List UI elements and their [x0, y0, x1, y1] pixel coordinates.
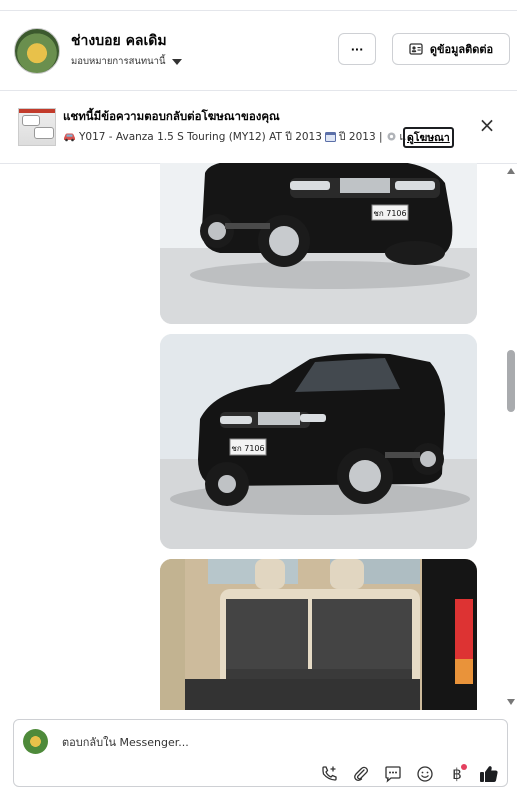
conversation-header: ช่างบอย คลเดิม มอบหมายการสนทนานี้ ··· ดู… — [0, 11, 517, 89]
scroll-down-icon[interactable] — [507, 699, 515, 705]
message-composer: ฿ — [13, 719, 508, 787]
ad-year: ปี 2013 | — [338, 131, 383, 143]
call-add-icon[interactable] — [319, 764, 339, 784]
close-icon[interactable]: × — [478, 115, 496, 135]
banner-title: แชทนี้มีข้อความตอบกลับต่อโฆษณาของคุณ — [63, 109, 280, 123]
composer-toolbar: ฿ — [319, 764, 499, 784]
assign-label: มอบหมายการสนทนานี้ — [71, 56, 166, 67]
calendar-icon — [324, 132, 336, 142]
top-divider — [0, 0, 517, 11]
chat-bubble-icon[interactable] — [383, 764, 403, 784]
more-options-button[interactable]: ··· — [338, 33, 376, 65]
caret-down-icon — [171, 58, 182, 65]
thumbs-up-icon[interactable] — [479, 764, 499, 784]
page-avatar — [23, 729, 48, 754]
car-icon — [64, 133, 75, 141]
contact-name[interactable]: ช่างบอย คลเดิม — [71, 30, 167, 52]
ad-code: Y017 - Avanza 1.5 S Touring (MY12) AT ปี… — [79, 131, 322, 143]
emoji-icon[interactable] — [415, 764, 435, 784]
scroll-up-icon[interactable] — [507, 168, 515, 174]
view-ad-link[interactable]: ดูโฆษณา — [403, 127, 454, 148]
car-photo-1[interactable]: ชก 7106 — [160, 163, 477, 324]
ad-reply-banner: แชทนี้มีข้อความตอบกลับต่อโฆษณาของคุณ Y01… — [0, 90, 517, 164]
chat-scrollbar[interactable] — [505, 163, 517, 710]
notification-dot — [461, 764, 467, 770]
car-photo-3[interactable] — [160, 559, 477, 710]
view-contact-button[interactable]: ดูข้อมูลติดต่อ — [392, 33, 510, 65]
menu-dots-icon: ··· — [350, 42, 364, 56]
gear-icon — [387, 132, 396, 141]
ad-details: Y017 - Avanza 1.5 S Touring (MY12) AT ปี… — [63, 128, 413, 145]
view-contact-label: ดูข้อมูลติดต่อ — [429, 43, 494, 56]
message-thread[interactable]: ชก 7106 ชก 7106 — [0, 163, 517, 710]
assign-conversation-dropdown[interactable]: มอบหมายการสนทนานี้ — [71, 54, 182, 69]
scrollbar-thumb[interactable] — [507, 350, 515, 412]
ad-thumbnail — [18, 108, 56, 146]
paperclip-icon[interactable] — [351, 764, 371, 784]
contact-avatar[interactable] — [14, 28, 60, 74]
license-plate-2: ชก 7106 — [231, 444, 264, 453]
license-plate-1: ชก 7106 — [373, 209, 406, 218]
car-photo-2[interactable]: ชก 7106 — [160, 334, 477, 549]
contact-card-icon — [409, 43, 423, 55]
reply-input[interactable] — [60, 730, 364, 754]
baht-icon[interactable]: ฿ — [447, 764, 467, 784]
